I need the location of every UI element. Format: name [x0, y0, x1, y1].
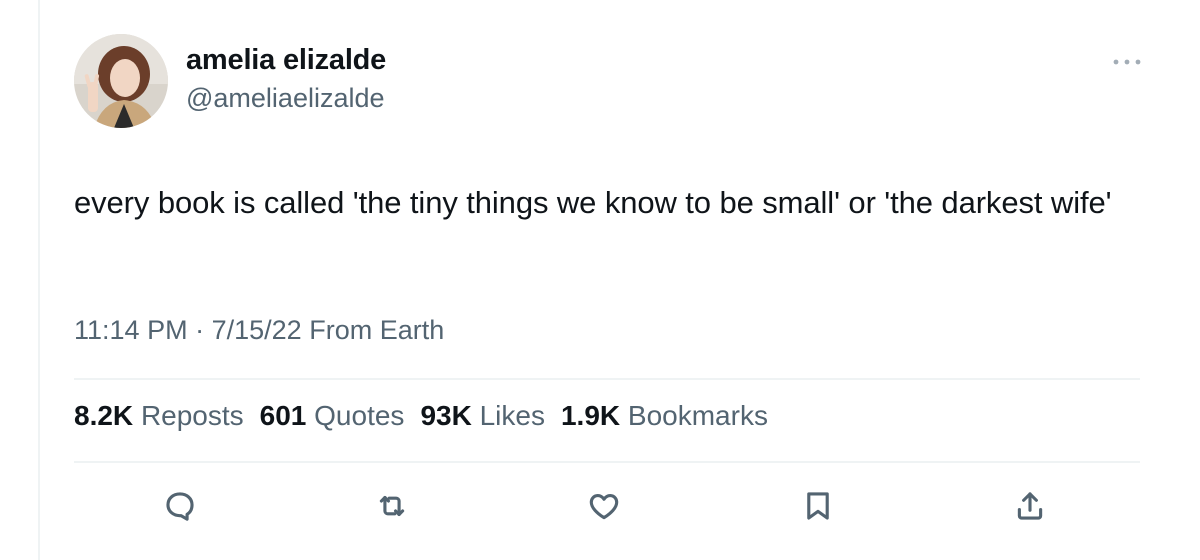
stat-count: 1.9K [560, 400, 621, 431]
more-options-button[interactable] [1110, 52, 1144, 72]
stat-label: Quotes [314, 400, 405, 431]
stat-reposts[interactable]: 8.2K Reposts [74, 400, 244, 432]
like-button[interactable] [586, 488, 622, 524]
author-handle[interactable]: @ameliaelizalde [186, 83, 385, 114]
stat-quotes[interactable]: 601 Quotes [260, 400, 405, 432]
bookmark-icon [807, 492, 829, 520]
reply-button[interactable] [162, 488, 198, 524]
avatar[interactable] [74, 34, 168, 128]
tweet-date[interactable]: 7/15/22 [212, 315, 302, 345]
reply-icon [166, 492, 194, 521]
stat-count: 93K [420, 400, 472, 431]
meta-separator: · [195, 315, 205, 345]
stat-count: 601 [259, 400, 307, 431]
repost-icon [379, 495, 405, 517]
share-button[interactable] [1012, 488, 1048, 524]
tweet-time[interactable]: 11:14 PM [74, 315, 188, 345]
stat-likes[interactable]: 93K Likes [420, 400, 545, 432]
stat-bookmarks[interactable]: 1.9K Bookmarks [561, 400, 768, 432]
divider [74, 461, 1140, 463]
tweet-text: every book is called 'the tiny things we… [74, 185, 1112, 220]
engagement-stats: 8.2K Reposts 601 Quotes 93K Likes 1.9K B… [74, 400, 768, 432]
like-icon [589, 493, 619, 520]
stat-label: Bookmarks [627, 400, 768, 431]
tweet-source: From Earth [309, 315, 445, 345]
tweet-meta: 11:14 PM · 7/15/22 From Earth [74, 315, 444, 346]
bookmark-button[interactable] [800, 488, 836, 524]
stat-label: Likes [479, 400, 545, 431]
more-icon [1113, 59, 1141, 65]
author-display-name[interactable]: amelia elizalde [186, 44, 386, 77]
stat-count: 8.2K [74, 400, 134, 431]
repost-button[interactable] [374, 488, 410, 524]
avatar-photo [74, 34, 168, 128]
share-icon [1017, 492, 1043, 520]
divider [74, 378, 1140, 380]
stat-label: Reposts [140, 400, 244, 431]
